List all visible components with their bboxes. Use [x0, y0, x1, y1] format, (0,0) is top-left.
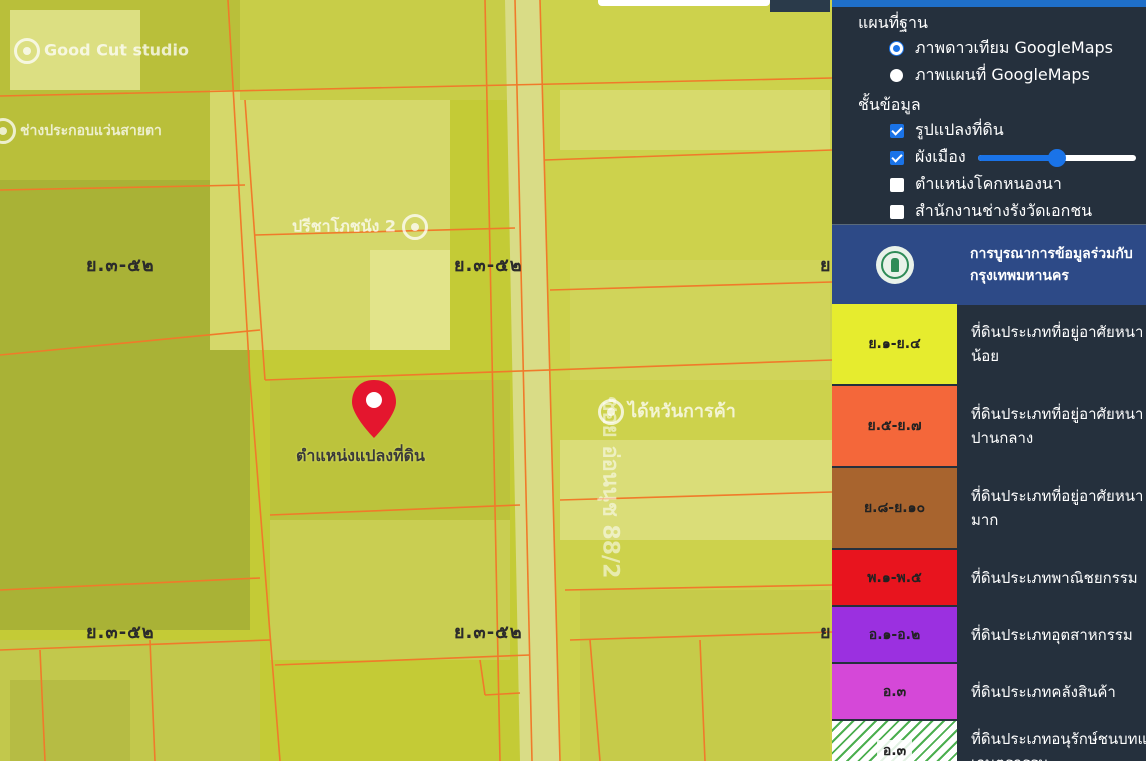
legend-row: พ.๑-พ.๕ ที่ดินประเภทพาณิชยกรรม: [832, 550, 1146, 607]
checkbox-icon[interactable]: [890, 177, 904, 192]
layer-khok-nong-na[interactable]: ตำแหน่งโคกหนองนา: [890, 171, 1146, 198]
legend-description: ที่ดินประเภทอนุรักษ์ชนบทแเกษตรกรรม: [957, 721, 1146, 761]
checkbox-checked-icon[interactable]: [890, 123, 904, 138]
legend-color-swatch: ย.๕-ย.๗: [832, 386, 957, 466]
layer-parcel[interactable]: รูปแปลงที่ดิน: [890, 117, 1146, 144]
zone-label: ย.๓-๕๒: [454, 255, 523, 276]
zone-label: ย.๓-๕๒: [86, 255, 155, 276]
basemap-title: แผนที่ฐาน: [858, 13, 928, 32]
legend-desc-line1: ที่ดินประเภทที่อยู่อาศัยหนา: [971, 323, 1144, 341]
layer-city-plan[interactable]: ผังเมือง: [890, 144, 1146, 171]
bma-banner: การบูรณาการข้อมูลร่วมกับ กรุงเทพมหานคร: [832, 224, 1146, 305]
legend-color-swatch: ย.๑-ย.๔: [832, 304, 957, 384]
map-canvas[interactable]: [0, 0, 832, 761]
slider-thumb[interactable]: [1047, 148, 1066, 167]
zoning-legend: ย.๑-ย.๔ ที่ดินประเภทที่อยู่อาศัยหนา น้อย ย.…: [832, 304, 1146, 761]
basemap-option-satellite[interactable]: ภาพดาวเทียม GoogleMaps: [890, 35, 1146, 62]
legend-row: อ.๓ ที่ดินประเภทคลังสินค้า: [832, 664, 1146, 721]
pin-label: ตำแหน่งแปลงที่ดิน: [296, 446, 425, 465]
legend-desc-line2: น้อย: [971, 347, 1000, 365]
map-control[interactable]: [770, 0, 830, 12]
road-label: ซอย อ่อนนุช 88/2: [597, 396, 623, 579]
legend-code: พ.๑-พ.๕: [867, 569, 922, 586]
legend-desc-line2: เกษตรกรรม: [971, 751, 1146, 761]
place-marker-icon: [402, 214, 429, 240]
zone-label: ย: [820, 255, 832, 276]
legend-row: ย.๕-ย.๗ ที่ดินประเภทที่อยู่อาศัยหนาปานกลา…: [832, 386, 1146, 468]
place-marker-icon: [0, 118, 16, 144]
basemap-option-map[interactable]: ภาพแผนที่ GoogleMaps: [890, 62, 1146, 89]
legend-desc-line1: ที่ดินประเภทพาณิชยกรรม: [971, 568, 1138, 587]
legend-row: อ.๓ ที่ดินประเภทอนุรักษ์ชนบทแเกษตรกรรม: [832, 721, 1146, 761]
legend-desc-line2: ปานกลาง: [971, 429, 1034, 447]
layer-private-surveyor[interactable]: สำนักงานช่างรังวัดเอกชน: [890, 198, 1146, 225]
legend-code: ย.๕-ย.๗: [867, 418, 922, 434]
banner-line-2: กรุงเทพมหานคร: [970, 268, 1069, 284]
legend-description: ที่ดินประเภทที่อยู่อาศัยหนาปานกลาง: [957, 386, 1146, 466]
layer-panel: แผนที่ฐาน ภาพดาวเทียม GoogleMaps ภาพแผนท…: [832, 0, 1146, 761]
radio-selected-icon[interactable]: [890, 42, 903, 55]
legend-color-swatch: อ.๓: [832, 664, 957, 719]
checkbox-checked-icon[interactable]: [890, 150, 904, 165]
legend-color-swatch: อ.๑-อ.๒: [832, 607, 957, 662]
map-view[interactable]: ย.๓-๕๒ ย.๓-๕๒ ย.๓-๕๒ ย.๓-๕๒ ย ย Good Cut…: [0, 0, 832, 761]
legend-desc-line1: ที่ดินประเภทที่อยู่อาศัยหนา: [971, 487, 1144, 505]
legend-desc-line1: ที่ดินประเภทที่อยู่อาศัยหนา: [971, 405, 1144, 423]
poi-glasses-shop[interactable]: ช่างประกอบแว่นสายตา: [0, 118, 162, 144]
legend-color-swatch: พ.๑-พ.๕: [832, 550, 957, 605]
radio-icon[interactable]: [890, 69, 903, 82]
place-marker-icon: [14, 38, 40, 64]
slider-fill: [977, 154, 1057, 161]
legend-description: ที่ดินประเภทที่อยู่อาศัยหนามาก: [957, 468, 1146, 548]
legend-desc-line2: มาก: [971, 511, 999, 529]
search-box-edge[interactable]: [598, 0, 770, 6]
checkbox-icon[interactable]: [890, 204, 904, 219]
banner-line-1: การบูรณาการข้อมูลร่วมกับ: [970, 246, 1133, 262]
panel-accent-bar: [832, 0, 1146, 7]
legend-code: อ.๑-อ.๒: [868, 626, 921, 643]
legend-description: ที่ดินประเภทพาณิชยกรรม: [957, 550, 1146, 605]
legend-desc-line1: ที่ดินประเภทอุตสาหกรรม: [971, 625, 1133, 644]
layers-title: ชั้นข้อมูล: [858, 95, 921, 114]
zone-label: ย.๓-๕๒: [454, 622, 523, 643]
zone-label: ย: [820, 622, 832, 643]
legend-row: ย.๘-ย.๑๐ ที่ดินประเภทที่อยู่อาศัยหนามาก: [832, 468, 1146, 550]
legend-color-swatch: ย.๘-ย.๑๐: [832, 468, 957, 548]
legend-code: ย.๑-ย.๔: [868, 336, 921, 352]
legend-code: ย.๘-ย.๑๐: [863, 500, 926, 516]
poi-restaurant[interactable]: ปรีชาโภชนัง 2: [292, 214, 432, 240]
legend-row: ย.๑-ย.๔ ที่ดินประเภทที่อยู่อาศัยหนาน้อย: [832, 304, 1146, 386]
legend-desc-line1: ที่ดินประเภทอนุรักษ์ชนบทแ: [971, 730, 1146, 748]
legend-description: ที่ดินประเภทที่อยู่อาศัยหนาน้อย: [957, 304, 1146, 384]
legend-code: อ.๓: [882, 683, 907, 700]
zone-label: ย.๓-๕๒: [86, 622, 155, 643]
poi-good-cut-studio[interactable]: Good Cut studio: [14, 38, 189, 64]
legend-desc-line1: ที่ดินประเภทคลังสินค้า: [971, 682, 1116, 701]
legend-description: ที่ดินประเภทคลังสินค้า: [957, 664, 1146, 719]
legend-description: ที่ดินประเภทอุตสาหกรรม: [957, 607, 1146, 662]
opacity-slider[interactable]: [977, 148, 1136, 167]
legend-row: อ.๑-อ.๒ ที่ดินประเภทอุตสาหกรรม: [832, 607, 1146, 664]
bma-logo-icon: [876, 246, 914, 284]
legend-color-swatch: อ.๓: [832, 721, 957, 761]
legend-code: อ.๓: [876, 740, 913, 761]
